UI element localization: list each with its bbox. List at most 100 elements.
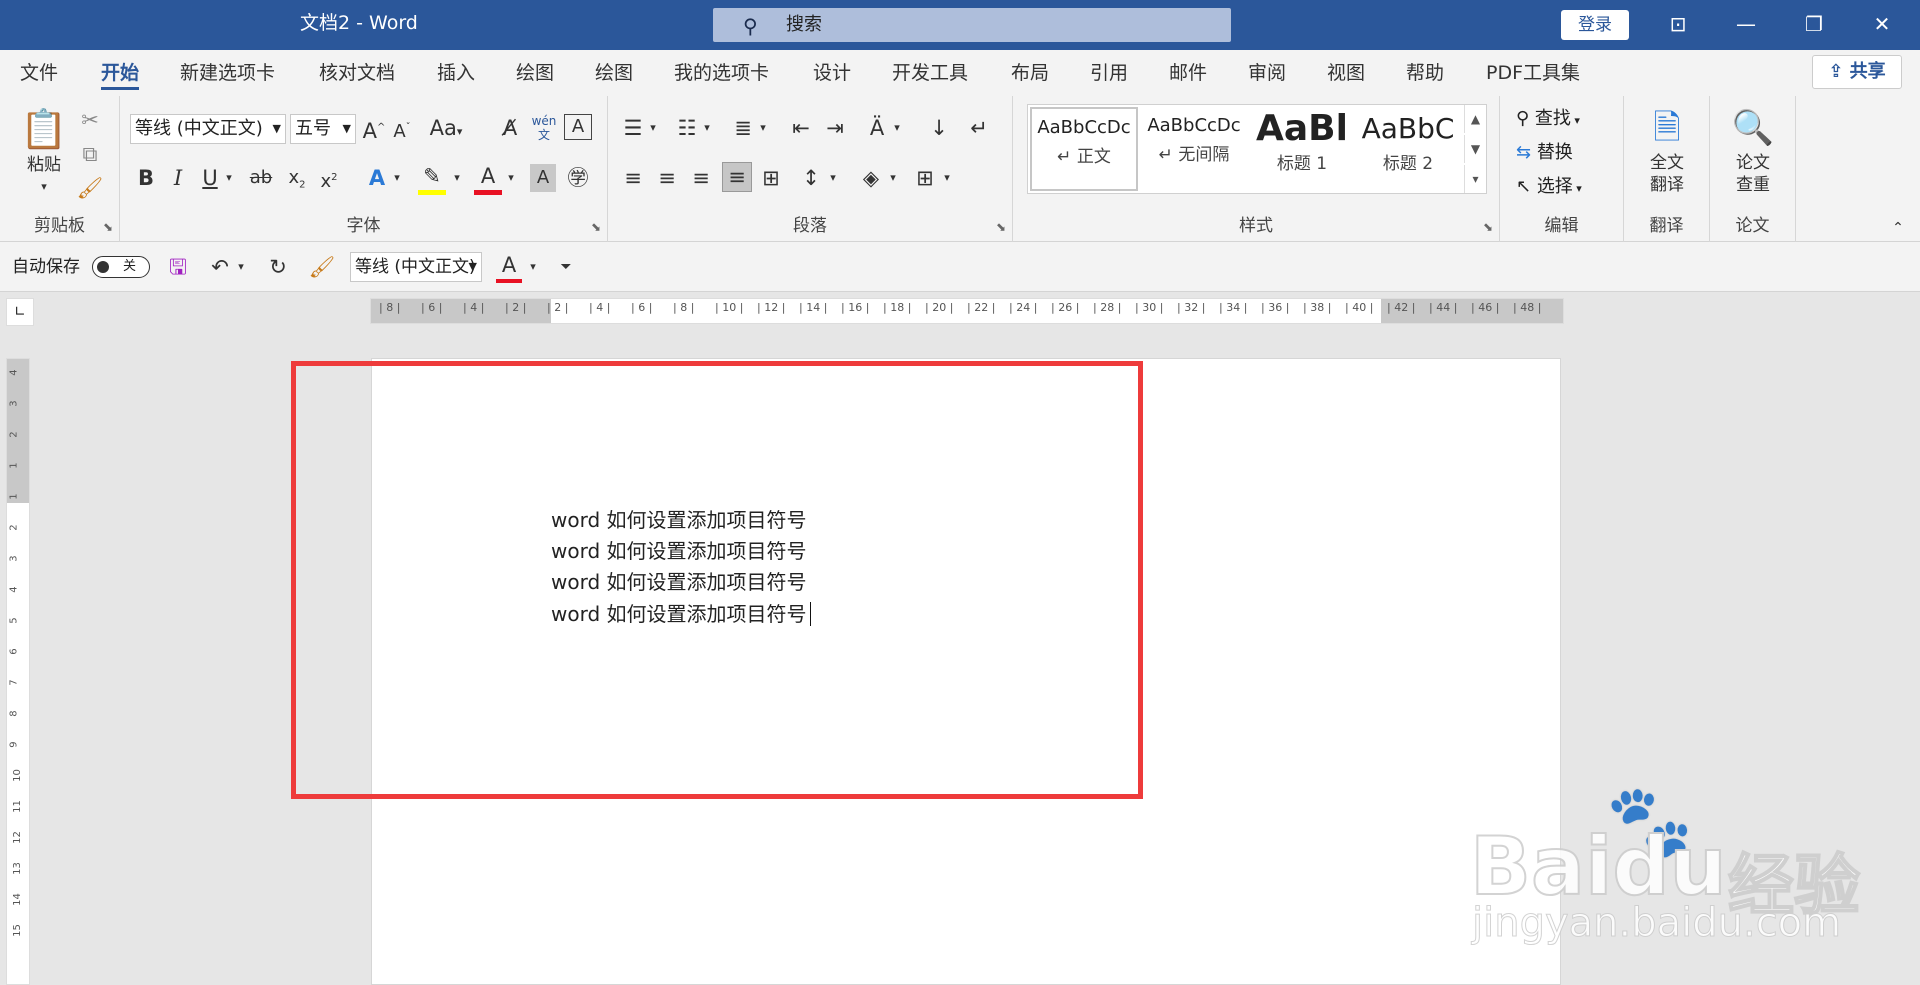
character-border-icon[interactable]: A	[564, 114, 592, 140]
collapse-ribbon-icon[interactable]: ⌃	[1886, 214, 1910, 242]
close-icon[interactable]: ✕	[1852, 0, 1912, 50]
copy-icon[interactable]: ⧉	[76, 140, 104, 168]
show-formatting-icon[interactable]: ↵	[966, 114, 992, 142]
tab-insert[interactable]: 插入	[437, 50, 475, 96]
tab-draw-1[interactable]: 绘图	[516, 50, 554, 96]
numbering-icon[interactable]: ☷	[674, 114, 700, 142]
borders-icon[interactable]: ⊞	[912, 164, 938, 192]
tab-developer[interactable]: 开发工具	[892, 50, 968, 96]
bold-icon[interactable]: B	[134, 164, 158, 192]
change-case-button[interactable]: Aa▾	[424, 114, 468, 146]
subscript-icon[interactable]: x2	[284, 164, 310, 200]
undo-icon[interactable]: ↶	[206, 253, 234, 281]
ribbon-display-icon[interactable]: ⊡	[1648, 0, 1708, 50]
format-painter-icon[interactable]: 🖌	[76, 174, 104, 202]
tab-mailings[interactable]: 邮件	[1169, 50, 1207, 96]
chevron-down-icon[interactable]: ▾	[756, 114, 770, 142]
format-painter-icon[interactable]: 🖌	[308, 253, 336, 281]
grow-font-icon[interactable]: A^	[362, 114, 386, 145]
tab-design[interactable]: 设计	[813, 50, 851, 96]
tab-new-tab[interactable]: 新建选项卡	[180, 50, 275, 96]
tab-check-document[interactable]: 核对文档	[319, 50, 395, 96]
gallery-more-icon[interactable]: ▾	[1464, 165, 1486, 193]
chevron-down-icon[interactable]: ▾	[504, 164, 518, 192]
text-effects-icon[interactable]: A	[364, 164, 390, 192]
tab-layout[interactable]: 布局	[1011, 50, 1049, 96]
vertical-ruler[interactable]: 4 3 2 1 1 2 3 4 5 6 7 8 9 10 11 12 13 14 15	[6, 358, 30, 985]
thesis-check-button[interactable]: 🔍 论文 查重	[1718, 104, 1788, 196]
shading-icon[interactable]: ◈	[858, 164, 884, 192]
decrease-indent-icon[interactable]: ⇤	[788, 114, 814, 142]
redo-icon[interactable]: ↻	[264, 253, 292, 281]
chevron-down-icon[interactable]: ▾	[940, 164, 954, 192]
login-button[interactable]: 登录	[1561, 10, 1629, 40]
paste-button[interactable]: 📋 粘贴 ▾	[14, 104, 74, 198]
dialog-launcher-icon[interactable]: ⬊	[1483, 220, 1493, 234]
font-size-combo[interactable]: 五号 ▼	[290, 114, 356, 144]
tab-pdf-tools[interactable]: PDF工具集	[1486, 50, 1580, 96]
restore-icon[interactable]: ❐	[1784, 0, 1844, 50]
tab-selector[interactable]: ∟	[6, 298, 34, 326]
search-box[interactable]: ⚲ 搜索	[713, 8, 1231, 42]
clear-formatting-icon[interactable]: A̸	[496, 114, 524, 142]
qat-font-combo[interactable]: 等线 (中文正文) ▼	[350, 252, 482, 282]
select-button[interactable]: ↖ 选择 ▾	[1516, 172, 1582, 204]
strikethrough-icon[interactable]: ab	[246, 164, 276, 192]
style-heading-1[interactable]: AaBl 标题 1	[1248, 107, 1356, 191]
save-icon[interactable]: 🖫	[164, 253, 192, 281]
tab-review[interactable]: 审阅	[1248, 50, 1286, 96]
shrink-font-icon[interactable]: Aˇ	[390, 114, 414, 146]
justify-icon[interactable]: ≡	[722, 162, 752, 192]
customize-qat-icon[interactable]: ⏷	[556, 253, 576, 281]
style-no-spacing[interactable]: AaBbCcDc ↵ 无间隔	[1140, 107, 1248, 191]
autosave-toggle[interactable]: 关	[92, 256, 150, 278]
chevron-down-icon[interactable]: ▾	[890, 114, 904, 142]
distributed-icon[interactable]: ⊞	[758, 164, 784, 192]
phonetic-guide-icon[interactable]: wén 文	[530, 114, 558, 142]
chevron-down-icon[interactable]: ▾	[390, 164, 404, 192]
full-text-translate-button[interactable]: 🗎 全文 翻译	[1632, 104, 1702, 196]
share-button[interactable]: ⇪ 共享	[1812, 55, 1902, 89]
gallery-up-icon[interactable]: ▲	[1464, 105, 1486, 133]
align-right-icon[interactable]: ≡	[688, 164, 714, 192]
line-spacing-icon[interactable]: ↕	[798, 164, 824, 192]
dialog-launcher-icon[interactable]: ⬊	[996, 220, 1006, 234]
chevron-down-icon[interactable]: ▾	[886, 164, 900, 192]
underline-icon[interactable]: U	[198, 164, 222, 192]
asian-layout-icon[interactable]: Ä	[864, 114, 890, 142]
chevron-down-icon[interactable]: ▾	[526, 253, 540, 281]
tab-home[interactable]: 开始	[101, 50, 140, 96]
align-left-icon[interactable]: ≡	[620, 164, 646, 192]
dialog-launcher-icon[interactable]: ⬊	[103, 220, 113, 234]
enclose-characters-icon[interactable]: ㊫	[564, 164, 592, 192]
align-center-icon[interactable]: ≡	[654, 164, 680, 192]
tab-help[interactable]: 帮助	[1406, 50, 1444, 96]
find-button[interactable]: ⚲ 查找 ▾	[1516, 104, 1580, 136]
style-heading-2[interactable]: AaBbC 标题 2	[1356, 107, 1460, 191]
highlight-icon[interactable]: ✎	[418, 162, 446, 195]
multilevel-list-icon[interactable]: ≣	[730, 114, 756, 142]
increase-indent-icon[interactable]: ⇥	[822, 114, 848, 142]
font-color-icon[interactable]: A	[474, 162, 502, 195]
style-normal[interactable]: AaBbCcDc ↵ 正文	[1030, 107, 1138, 191]
replace-button[interactable]: ⇆ 替换	[1516, 138, 1573, 168]
chevron-down-icon[interactable]: ▾	[700, 114, 714, 142]
chevron-down-icon[interactable]: ▾	[222, 164, 236, 192]
character-shading-icon[interactable]: A	[530, 164, 556, 192]
tab-view[interactable]: 视图	[1327, 50, 1365, 96]
gallery-down-icon[interactable]: ▼	[1464, 135, 1486, 163]
superscript-icon[interactable]: x2	[316, 164, 342, 196]
horizontal-ruler[interactable]: | 8 | | 6 | | 4 | | 2 | | 2 | | 4 | | 6 | | 8 |…	[370, 298, 1564, 324]
font-color-icon[interactable]: A	[496, 251, 522, 283]
tab-references[interactable]: 引用	[1090, 50, 1128, 96]
chevron-down-icon[interactable]: ▾	[826, 164, 840, 192]
chevron-down-icon[interactable]: ▾	[234, 253, 248, 281]
tab-draw-2[interactable]: 绘图	[595, 50, 633, 96]
tab-file[interactable]: 文件	[20, 50, 58, 96]
bullets-icon[interactable]: ☰	[620, 114, 646, 142]
minimize-icon[interactable]: —	[1716, 0, 1776, 50]
cut-icon[interactable]: ✂	[76, 106, 104, 134]
dialog-launcher-icon[interactable]: ⬊	[591, 220, 601, 234]
chevron-down-icon[interactable]: ▾	[450, 164, 464, 192]
italic-icon[interactable]: I	[166, 164, 190, 192]
